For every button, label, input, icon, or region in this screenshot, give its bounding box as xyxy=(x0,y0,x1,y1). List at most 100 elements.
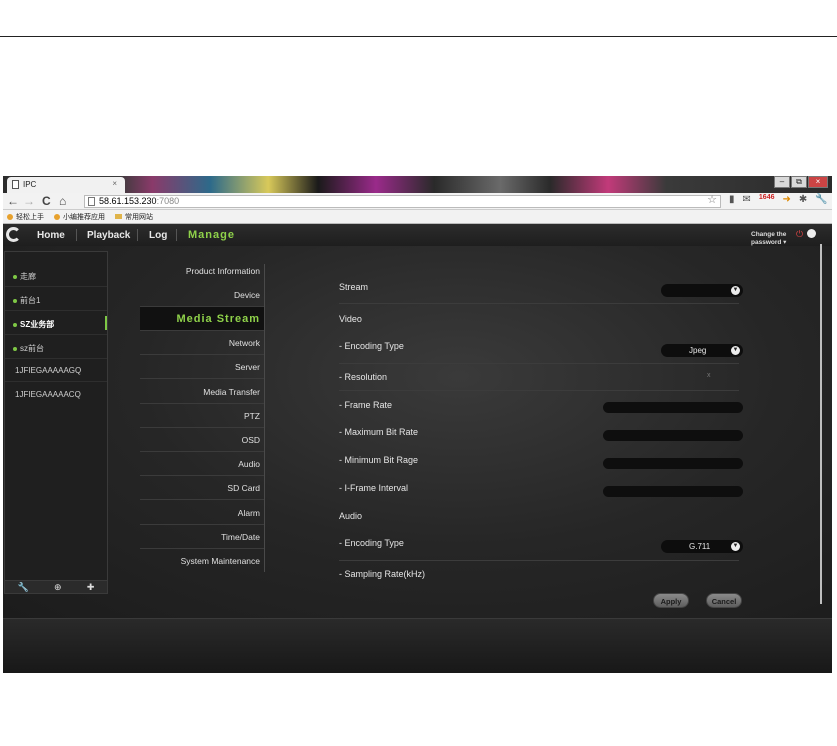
chevron-down-icon: ▼ xyxy=(731,286,740,295)
power-icon[interactable]: ⏻ xyxy=(796,229,803,240)
online-dot-icon xyxy=(13,322,17,327)
bookmark-item[interactable]: 小编推荐应用 xyxy=(54,212,105,222)
wrench-icon[interactable]: 🔧 xyxy=(18,582,29,593)
menu-alarm[interactable]: Alarm xyxy=(140,501,264,525)
restore-button[interactable]: ⧉ xyxy=(791,176,807,188)
chevron-down-icon: ▼ xyxy=(731,346,740,355)
user-icon[interactable] xyxy=(807,229,816,238)
nav-divider xyxy=(137,229,138,241)
online-dot-icon xyxy=(13,346,17,351)
menu-media-stream[interactable]: Media Stream xyxy=(140,307,264,331)
menu-audio[interactable]: Audio xyxy=(140,452,264,476)
url-port: :7080 xyxy=(156,196,180,206)
close-window-button[interactable]: × xyxy=(808,176,828,188)
chevron-down-icon: ▼ xyxy=(731,542,740,551)
selected-indicator xyxy=(105,316,107,330)
menu-system-maintenance[interactable]: System Maintenance xyxy=(140,549,264,573)
nav-playback[interactable]: Playback xyxy=(87,230,130,241)
audio-encoding-type-label: - Encoding Type xyxy=(339,538,404,548)
app-header: Home Playback Log Manage Change the pass… xyxy=(3,224,832,246)
stream-select[interactable]: ▼ xyxy=(661,284,743,297)
audio-encoding-value: G.711 xyxy=(689,542,711,551)
folder-icon xyxy=(115,214,122,219)
resolution-value: x xyxy=(707,372,711,379)
device-item[interactable]: sz前台 xyxy=(5,336,107,359)
bookmark-item[interactable]: 轻松上手 xyxy=(7,212,44,222)
menu-product-information[interactable]: Product Information xyxy=(140,259,264,283)
chrome-icon xyxy=(7,213,13,220)
device-label: 1JFIEGAAAAAGQ xyxy=(15,366,82,375)
page-icon xyxy=(12,180,19,189)
extension-icons: ▮ ✉ 1646 ➜ ✱ 🔧 xyxy=(729,194,828,205)
bookmark-star-icon[interactable]: ☆ xyxy=(707,195,717,206)
min-bitrate-input[interactable] xyxy=(603,458,743,469)
signal-icon[interactable]: ▮ xyxy=(729,194,735,205)
browser-titlebar: IPC × – ⧉ × xyxy=(3,176,832,193)
encoding-type-value: Jpeg xyxy=(689,346,707,355)
logo-icon xyxy=(6,227,21,242)
chrome-icon xyxy=(54,213,60,220)
device-label: 走廊 xyxy=(20,272,36,281)
max-bitrate-label: - Maximum Bit Rate xyxy=(339,427,419,437)
change-password-link[interactable]: Change the password ▾ xyxy=(751,231,795,247)
tab-close-icon[interactable]: × xyxy=(112,179,117,188)
device-label: 1JFIEGAAAAACQ xyxy=(15,390,81,399)
menu-network[interactable]: Network xyxy=(140,331,264,355)
bookmark-item[interactable]: 常用网站 xyxy=(115,212,153,222)
menu-server[interactable]: Server xyxy=(140,355,264,379)
device-item[interactable]: 1JFIEGAAAAACQ xyxy=(5,383,107,406)
zoom-icon[interactable]: ⊕ xyxy=(54,582,62,593)
min-bitrate-label: - Minimum Bit Rage xyxy=(339,455,419,465)
iframe-interval-input[interactable] xyxy=(603,486,743,497)
url-host: 58.61.153.230 xyxy=(99,196,157,206)
encoding-type-select[interactable]: Jpeg ▼ xyxy=(661,344,743,357)
cancel-button[interactable]: Cancel xyxy=(706,593,742,608)
add-icon[interactable]: ✚ xyxy=(87,582,95,593)
menu-media-transfer[interactable]: Media Transfer xyxy=(140,380,264,404)
max-bitrate-input[interactable] xyxy=(603,430,743,441)
nav-manage[interactable]: Manage xyxy=(188,229,235,241)
nav-home[interactable]: Home xyxy=(37,230,65,241)
audio-section-label: Audio xyxy=(339,511,363,521)
device-label: 前台1 xyxy=(20,296,41,305)
screenshot-frame: IPC × – ⧉ × ← → C ⌂ 58.61.153.230:7080 ☆… xyxy=(3,176,832,673)
minimize-button[interactable]: – xyxy=(774,176,790,188)
reload-icon[interactable]: C xyxy=(42,194,51,208)
menu-sd-card[interactable]: SD Card xyxy=(140,476,264,500)
menu-osd[interactable]: OSD xyxy=(140,428,264,452)
bookmark-label: 轻松上手 xyxy=(16,213,44,221)
nav-log[interactable]: Log xyxy=(149,230,167,241)
iframe-interval-label: - I-Frame Interval xyxy=(339,483,409,493)
row-divider xyxy=(339,390,739,391)
scrollbar[interactable] xyxy=(820,244,822,604)
extension-icon[interactable]: ✱ xyxy=(799,194,807,205)
menu-ptz[interactable]: PTZ xyxy=(140,404,264,428)
nav-divider xyxy=(76,229,77,241)
content-area: 走廊 前台1 SZ业务部 sz前台 1JFIEGAAAAAGQ 1JFIEGAA… xyxy=(3,246,832,618)
row-divider xyxy=(339,303,739,304)
back-icon[interactable]: ← xyxy=(7,194,19,208)
change-password-line1: Change the xyxy=(751,231,787,238)
device-item-selected[interactable]: SZ业务部 xyxy=(5,312,107,335)
device-item[interactable]: 走廊 xyxy=(5,264,107,287)
device-item[interactable]: 1JFIEGAAAAAGQ xyxy=(5,359,107,382)
apply-button[interactable]: Apply xyxy=(653,593,689,608)
frame-rate-input[interactable] xyxy=(603,402,743,413)
address-bar[interactable]: 58.61.153.230:7080 ☆ xyxy=(84,195,721,208)
menu-time-date[interactable]: Time/Date xyxy=(140,525,264,549)
device-list: 走廊 前台1 SZ业务部 sz前台 1JFIEGAAAAAGQ 1JFIEGAA… xyxy=(4,251,108,581)
row-divider xyxy=(339,560,739,561)
audio-encoding-type-select[interactable]: G.711 ▼ xyxy=(661,540,743,553)
arrow-icon[interactable]: ➜ xyxy=(782,194,790,205)
forward-icon[interactable]: → xyxy=(23,194,35,208)
wrench-icon[interactable]: 🔧 xyxy=(815,194,827,205)
mail-icon[interactable]: ✉ xyxy=(743,194,751,205)
footer-area xyxy=(3,618,832,673)
extension-badge-icon[interactable]: 1646 xyxy=(759,194,775,205)
video-section-label: Video xyxy=(339,314,362,324)
browser-tab[interactable]: IPC × xyxy=(7,177,125,193)
home-icon[interactable]: ⌂ xyxy=(59,194,66,208)
online-dot-icon xyxy=(13,298,17,303)
device-item[interactable]: 前台1 xyxy=(5,288,107,311)
menu-device[interactable]: Device xyxy=(140,283,264,307)
